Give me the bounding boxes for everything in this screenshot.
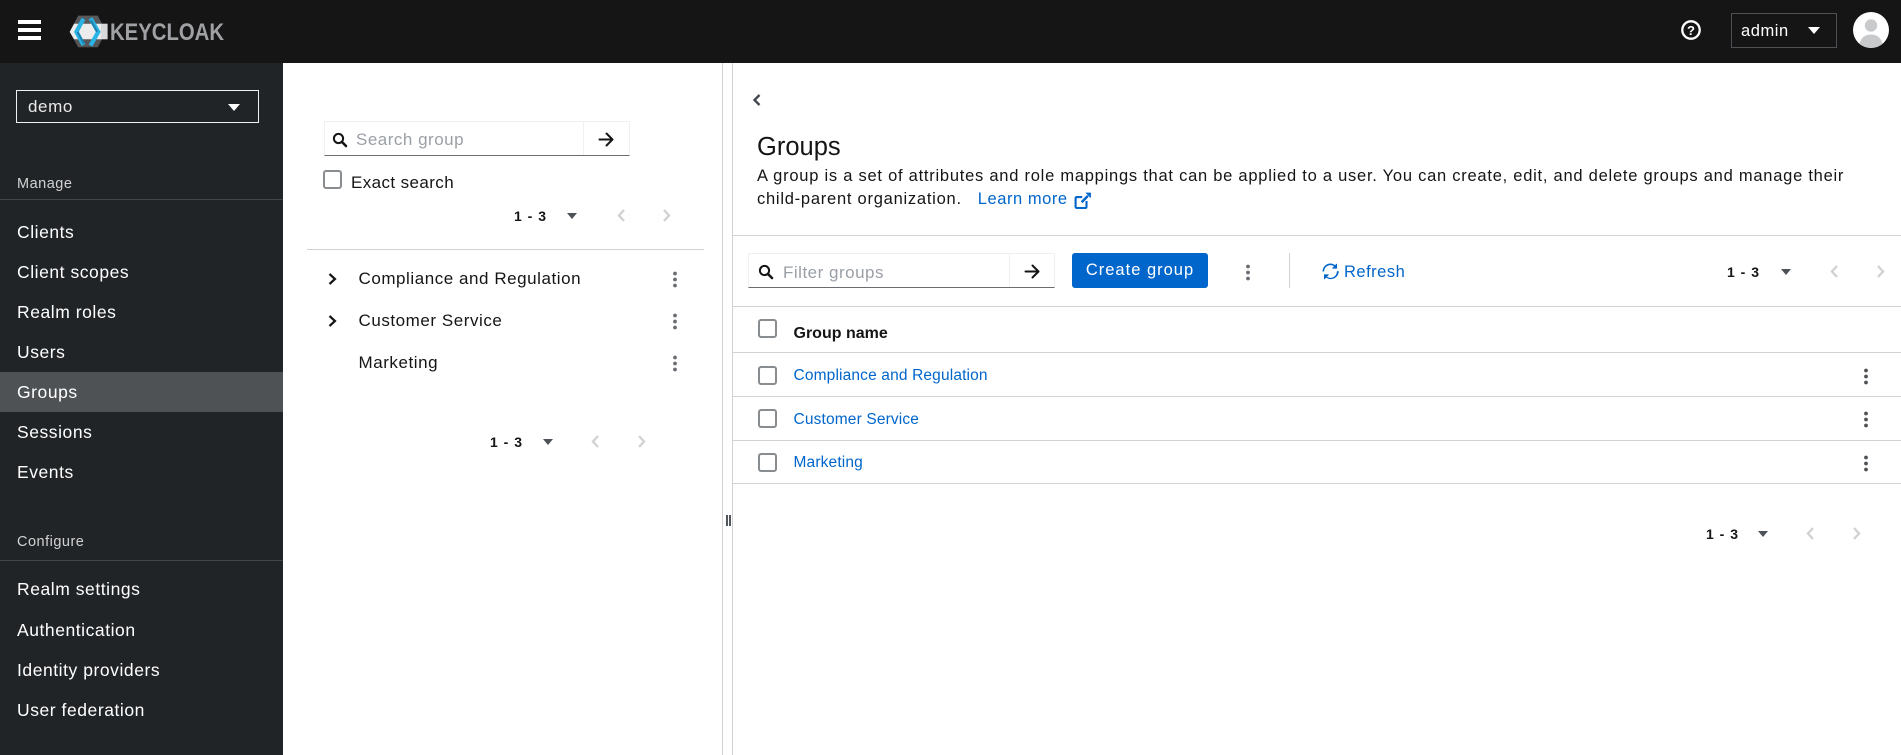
svg-text:?: ? bbox=[1687, 23, 1695, 38]
svg-text:KEYCLOAK: KEYCLOAK bbox=[110, 19, 225, 46]
